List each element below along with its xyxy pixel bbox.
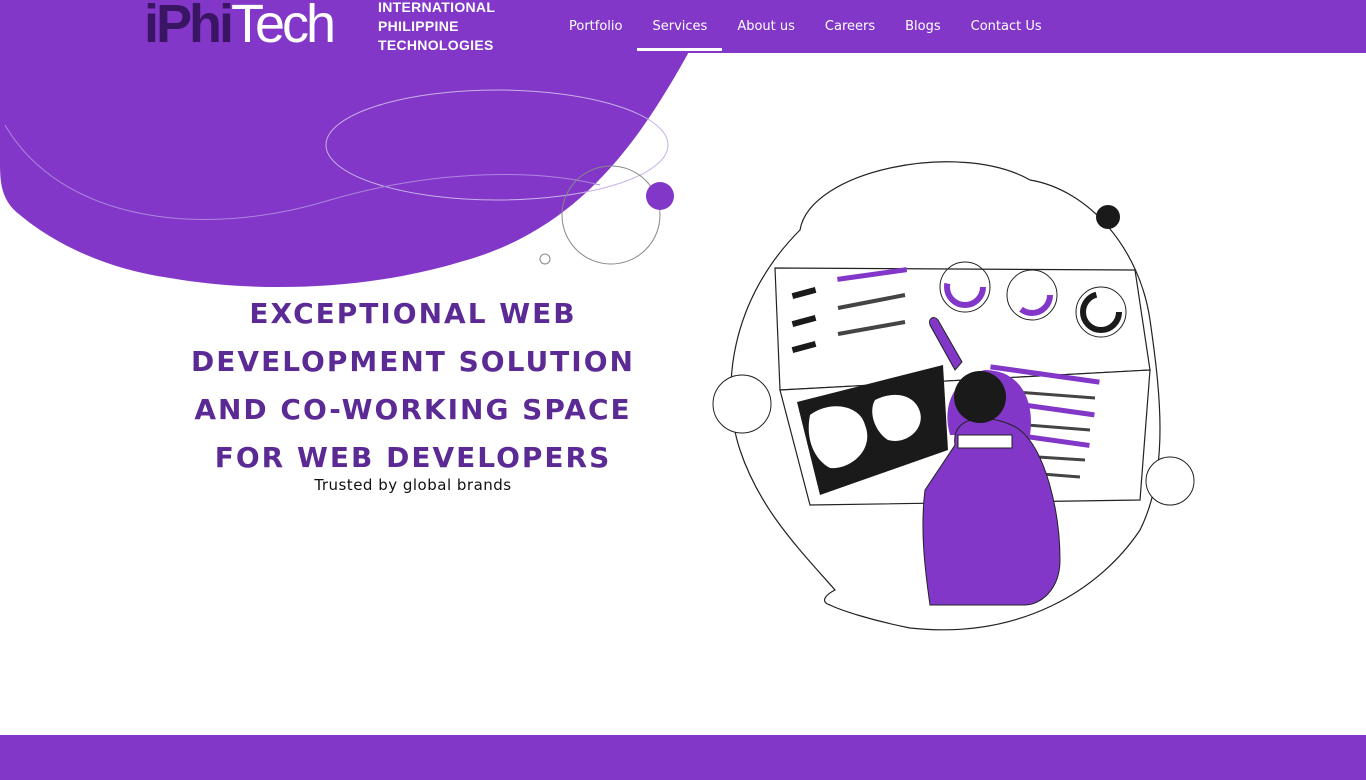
nav-about-us[interactable]: About us xyxy=(722,0,810,53)
decorative-ring xyxy=(561,165,661,265)
top-navigation-bar: iPhiTech INTERNATIONAL PHILIPPINE TECHNO… xyxy=(0,0,1366,55)
hero-headline: EXCEPTIONAL WEB DEVELOPMENT SOLUTION AND… xyxy=(163,290,663,482)
logo-wordmark: iPhiTech xyxy=(144,0,336,54)
logo-subtitle: INTERNATIONAL PHILIPPINE TECHNOLOGIES xyxy=(378,0,495,55)
logo-subtitle-line-1: INTERNATIONAL xyxy=(378,0,496,15)
logo-wordmark-light: Tech xyxy=(231,0,336,54)
hero-headline-line-3: AND CO-WORKING SPACE xyxy=(194,393,632,426)
hero-section: EXCEPTIONAL WEB DEVELOPMENT SOLUTION AND… xyxy=(163,290,663,494)
logo-wordmark-dark: iPhi xyxy=(144,0,234,54)
hero-headline-line-4: FOR WEB DEVELOPERS xyxy=(214,441,612,474)
nav-portfolio[interactable]: Portfolio xyxy=(554,0,637,53)
nav-contact-us[interactable]: Contact Us xyxy=(956,0,1057,53)
footer-bar xyxy=(0,735,1366,780)
nav-careers[interactable]: Careers xyxy=(810,0,890,53)
logo-subtitle-line-2: PHILIPPINE xyxy=(378,18,459,34)
logo-subtitle-line-3: TECHNOLOGIES xyxy=(378,37,494,53)
hero-headline-line-2: DEVELOPMENT SOLUTION xyxy=(191,345,635,378)
main-nav: Portfolio Services About us Careers Blog… xyxy=(554,0,1057,53)
developer-at-dashboard-illustration xyxy=(712,161,1195,631)
nav-blogs[interactable]: Blogs xyxy=(890,0,956,53)
nav-services[interactable]: Services xyxy=(637,0,723,53)
hero-headline-line-1: EXCEPTIONAL WEB xyxy=(249,297,577,330)
